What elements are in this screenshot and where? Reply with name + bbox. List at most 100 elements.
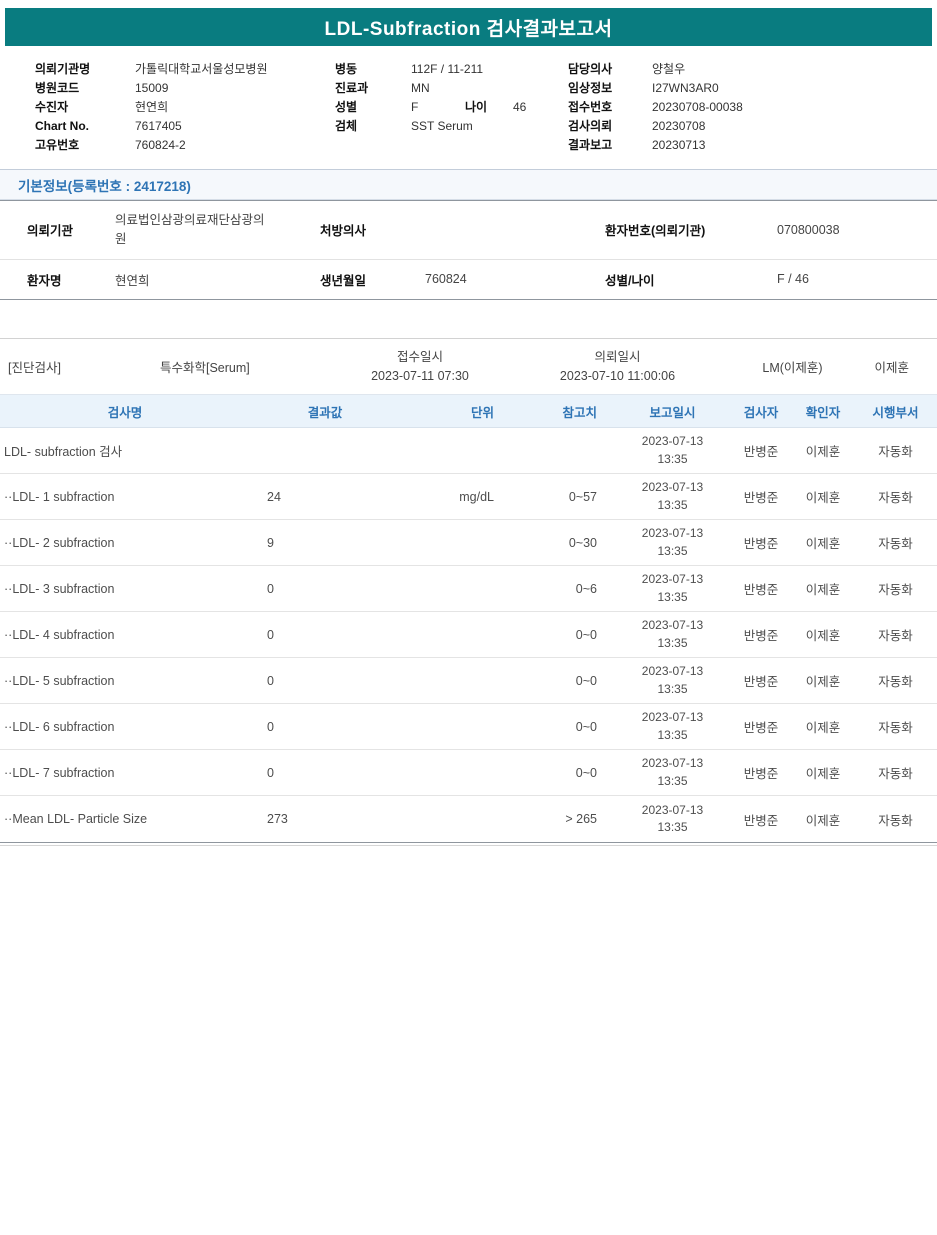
department: 자동화 — [854, 796, 937, 842]
unit — [400, 704, 520, 750]
department-label: 진료과 — [335, 79, 411, 96]
patient-no-label: 환자번호(의뢰기관) — [578, 201, 750, 260]
confirmer: 이제훈 — [792, 704, 854, 750]
report-datetime: 2023-07-1313:35 — [615, 520, 730, 566]
patient-header-middle-column: 병동 112F / 11-211 진료과 MN 성별 F 나이 46 검체 SS… — [335, 59, 568, 154]
reference-range: 0~0 — [520, 612, 615, 658]
tester: 반병준 — [730, 474, 792, 520]
report-datetime: 2023-07-1313:35 — [615, 796, 730, 842]
field-row: 병원코드 15009 — [35, 78, 335, 97]
result-row: ··LDL- 7 subfraction 0 0~0 2023-07-1313:… — [0, 750, 937, 796]
requesting-org-label: 의뢰기관 — [0, 201, 88, 260]
age-value: 46 — [513, 100, 526, 114]
receipt-datetime-label: 접수일시 — [325, 348, 515, 367]
requesting-org-label: 의뢰기관명 — [35, 60, 135, 77]
exam-specimen-type: 특수화학[Serum] — [160, 357, 325, 376]
department: 자동화 — [854, 474, 937, 520]
test-request-date-value: 20230708 — [652, 119, 705, 133]
receipt-datetime-value: 2023-07-11 07:30 — [325, 367, 515, 386]
report-time: 13:35 — [615, 543, 730, 560]
receipt-no-value: 20230708-00038 — [652, 100, 743, 114]
result-row: ··LDL- 3 subfraction 0 0~6 2023-07-1313:… — [0, 566, 937, 612]
report-datetime: 2023-07-1313:35 — [615, 704, 730, 750]
test-name: ··LDL- 4 subfraction — [0, 612, 250, 658]
chart-no-label: Chart No. — [35, 119, 135, 133]
report-time: 13:35 — [615, 635, 730, 652]
department: 자동화 — [854, 750, 937, 796]
result-row: ··Mean LDL- Particle Size 273 > 265 2023… — [0, 796, 937, 842]
results-table: 검사명 결과값 단위 참고치 보고일시 검사자 확인자 시행부서 LDL- su… — [0, 394, 937, 842]
exam-meta-row: [진단검사] 특수화학[Serum] 접수일시 2023-07-11 07:30… — [0, 338, 937, 395]
tester: 반병준 — [730, 566, 792, 612]
unit — [400, 428, 520, 474]
field-row: 진료과 MN — [335, 78, 568, 97]
tester: 반병준 — [730, 704, 792, 750]
sex-label: 성별 — [335, 98, 411, 115]
tester: 반병준 — [730, 612, 792, 658]
field-row: 접수번호 20230708-00038 — [568, 97, 937, 116]
result-row: ··LDL- 4 subfraction 0 0~0 2023-07-1313:… — [0, 612, 937, 658]
field-row: 병동 112F / 11-211 — [335, 59, 568, 78]
department: 자동화 — [854, 704, 937, 750]
field-row: 결과보고 20230713 — [568, 135, 937, 154]
result-value: 0 — [250, 612, 400, 658]
result-value: 0 — [250, 750, 400, 796]
report-datetime: 2023-07-1313:35 — [615, 428, 730, 474]
report-title: LDL-Subfraction 검사결과보고서 — [325, 14, 613, 41]
result-row: LDL- subfraction 검사 2023-07-1313:35 반병준 … — [0, 428, 937, 474]
request-datetime-label: 의뢰일시 — [515, 348, 720, 367]
report-title-bar: LDL-Subfraction 검사결과보고서 — [5, 8, 932, 46]
result-row: ··LDL- 5 subfraction 0 0~0 2023-07-1313:… — [0, 658, 937, 704]
result-row: ··LDL- 2 subfraction 9 0~30 2023-07-1313… — [0, 520, 937, 566]
test-name: ··LDL- 2 subfraction — [0, 520, 250, 566]
confirmer: 이제훈 — [792, 474, 854, 520]
report-time: 13:35 — [615, 451, 730, 468]
department: 자동화 — [854, 566, 937, 612]
report-datetime: 2023-07-1313:35 — [615, 612, 730, 658]
reader-name: 이제훈 — [865, 357, 937, 376]
report-datetime: 2023-07-1313:35 — [615, 474, 730, 520]
report-datetime: 2023-07-1313:35 — [615, 658, 730, 704]
confirmer: 이제훈 — [792, 658, 854, 704]
attending-doctor-label: 담당의사 — [568, 60, 652, 77]
test-name: ··Mean LDL- Particle Size — [0, 796, 250, 842]
basic-info-section-header: 기본정보(등록번호 : 2417218) — [0, 169, 937, 200]
patient-header-right-column: 담당의사 양철우 임상정보 I27WN3AR0 접수번호 20230708-00… — [568, 59, 937, 154]
col-header-reference: 참고치 — [520, 395, 615, 428]
field-row: 담당의사 양철우 — [568, 59, 937, 78]
result-value: 0 — [250, 704, 400, 750]
report-datetime: 2023-07-1313:35 — [615, 750, 730, 796]
col-header-tester: 검사자 — [730, 395, 792, 428]
report-date: 2023-07-13 — [615, 433, 730, 450]
result-value: 0 — [250, 658, 400, 704]
receipt-datetime: 접수일시 2023-07-11 07:30 — [325, 348, 515, 387]
lab-doctor: LM(이제훈) — [720, 357, 865, 376]
requesting-org-value: 의료법인삼광의료재단삼광의원 — [88, 201, 293, 260]
col-header-result: 결과값 — [250, 395, 400, 428]
result-value: 0 — [250, 566, 400, 612]
hospital-code-value: 15009 — [135, 81, 168, 95]
col-header-report-datetime: 보고일시 — [615, 395, 730, 428]
basic-info-title: 기본정보(등록번호 : 2417218) — [18, 175, 191, 195]
tester: 반병준 — [730, 520, 792, 566]
patient-header: 의뢰기관명 가톨릭대학교서울성모병원 병원코드 15009 수진자 현연희 Ch… — [0, 46, 937, 160]
confirmer: 이제훈 — [792, 796, 854, 842]
exam-category: [진단검사] — [0, 357, 160, 376]
unique-no-label: 고유번호 — [35, 136, 135, 153]
department: 자동화 — [854, 612, 937, 658]
confirmer: 이제훈 — [792, 428, 854, 474]
result-value: 9 — [250, 520, 400, 566]
test-name: ··LDL- 1 subfraction — [0, 474, 250, 520]
ward-label: 병동 — [335, 60, 411, 77]
requesting-org-value: 가톨릭대학교서울성모병원 — [135, 60, 267, 77]
report-date: 2023-07-13 — [615, 755, 730, 772]
field-row: 수진자 현연희 — [35, 97, 335, 116]
basic-info-row: 환자명 현연희 생년월일 760824 성별/나이 F / 46 — [0, 259, 937, 299]
col-header-test-name: 검사명 — [0, 395, 250, 428]
col-header-confirmer: 확인자 — [792, 395, 854, 428]
report-date: 2023-07-13 — [615, 479, 730, 496]
basic-info-row: 의뢰기관 의료법인삼광의료재단삼광의원 처방의사 환자번호(의뢰기관) 0708… — [0, 201, 937, 260]
examinee-label: 수진자 — [35, 98, 135, 115]
reference-range: 0~6 — [520, 566, 615, 612]
lab-report-page: LDL-Subfraction 검사결과보고서 의뢰기관명 가톨릭대학교서울성모… — [0, 0, 937, 1235]
